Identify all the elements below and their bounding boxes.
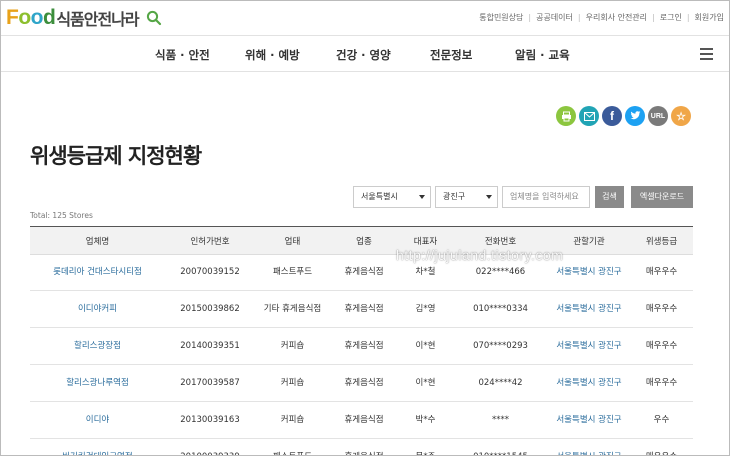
owner: 이*현: [415, 377, 436, 388]
store-name-link[interactable]: 이디야: [30, 402, 165, 438]
phone: 010****0334: [473, 303, 528, 314]
authority-link[interactable]: 서울특별시 광진구: [548, 439, 630, 456]
store-name-link[interactable]: 이디야커피: [30, 291, 165, 327]
nav-notice-education[interactable]: 알림 · 교육: [515, 47, 570, 63]
industry: 휴게음식점: [344, 377, 384, 388]
district-select-value: 광진구: [443, 192, 466, 201]
license-no: 20100039339: [165, 439, 255, 456]
grade: 매우우수: [645, 340, 678, 351]
table-row: 할리스광나루역점 20170039587 커피숍 휴게음식점 이*현 024**…: [30, 365, 693, 402]
business-type: 기타 휴게음식점: [263, 303, 322, 314]
utility-links: 통합민원상담 | 공공데이터 | 우리회사 안전관리 | 로그인 | 회원가입: [479, 12, 724, 23]
store-name-link[interactable]: 버거킹건대입구역점: [30, 439, 165, 456]
grade: 매우우수: [645, 267, 678, 277]
owner: 문*주: [398, 439, 453, 456]
menu-icon[interactable]: [700, 48, 713, 60]
phone: 010****1545: [453, 439, 548, 456]
header-store-name: 업체명: [85, 236, 110, 247]
phone: 070****0293: [473, 340, 528, 351]
util-link-login[interactable]: 로그인: [660, 12, 682, 23]
nav-hazard-prevention[interactable]: 위해 · 예방: [245, 47, 300, 63]
table-row: 이디야커피 20150039862 기타 휴게음식점 휴게음식점 김*영 010…: [30, 291, 693, 328]
excel-download-button[interactable]: 엑셀다운로드: [631, 186, 693, 208]
header-industry: 업종: [356, 236, 372, 247]
header-business-type: 업태: [284, 236, 301, 247]
url-copy-icon[interactable]: URL: [648, 106, 668, 126]
authority-link[interactable]: 서울특별시 광진구: [548, 365, 630, 401]
owner: 이*현: [415, 340, 436, 351]
industry: 휴게음식점: [330, 439, 398, 456]
industry: 휴게음식점: [344, 414, 384, 425]
header-grade: 위생등급: [645, 236, 678, 247]
business-type: 커피숍: [280, 340, 305, 351]
authority-link[interactable]: 서울특별시 광진구: [548, 291, 630, 327]
table-row: 버거킹건대입구역점 20100039339 패스트푸드 휴게음식점 문*주 01…: [30, 439, 693, 456]
total-count: Total: 125 Stores: [30, 211, 93, 220]
grade: 매우우수: [645, 303, 678, 314]
chevron-down-icon: [486, 195, 492, 199]
business-type: 커피숍: [280, 377, 305, 388]
watermark-text: http://jujuland.tistory.com: [396, 247, 564, 263]
util-link-public-data[interactable]: 공공데이터: [536, 12, 573, 23]
chevron-down-icon: [419, 195, 425, 199]
table-row: 롯데리아 건대스타시티점 20070039152 패스트푸드 휴게음식점 차*철…: [30, 255, 693, 291]
business-type: 패스트푸드: [255, 439, 330, 456]
license-no: 20140039351: [180, 340, 240, 351]
logo-food-wordmark: Food: [6, 6, 56, 29]
phone: 024****42: [478, 377, 523, 388]
district-select[interactable]: 광진구: [435, 186, 498, 208]
authority-link[interactable]: 서울특별시 광진구: [548, 402, 630, 438]
page-title: 위생등급제 지정현황: [30, 144, 202, 168]
store-name-link[interactable]: 롯데리아 건대스타시티점: [30, 255, 165, 290]
main-nav: 식품 · 안전 위해 · 예방 건강 · 영양 전문정보 알림 · 교육: [0, 36, 730, 72]
city-select-value: 서울특별시: [361, 192, 398, 201]
business-type: 커피숍: [280, 414, 305, 425]
grade: 우수: [653, 414, 670, 425]
nav-food-safety[interactable]: 식품 · 안전: [155, 47, 210, 63]
star-icon[interactable]: ☆: [671, 106, 691, 126]
phone: ****: [492, 414, 509, 425]
site-logo[interactable]: Food 식품안전나라: [6, 6, 162, 30]
store-name-link[interactable]: 할리스광나루역점: [30, 365, 165, 401]
store-name-link[interactable]: 할리스광장점: [30, 328, 165, 364]
industry: 휴게음식점: [344, 340, 384, 351]
search-icon[interactable]: [146, 10, 162, 26]
search-input[interactable]: 업체명을 입력하세요: [502, 186, 590, 208]
license-no: 20130039163: [180, 414, 240, 425]
table-row: 이디야 20130039163 커피숍 휴게음식점 박*수 **** 서울특별시…: [30, 402, 693, 439]
header-license-no: 인허가번호: [190, 236, 230, 247]
share-bar: f URL ☆: [556, 106, 694, 126]
util-link-signup[interactable]: 회원가입: [695, 12, 724, 23]
license-no: 20170039587: [180, 377, 240, 388]
city-select[interactable]: 서울특별시: [353, 186, 431, 208]
search-button[interactable]: 검색: [595, 186, 624, 208]
nav-expert-info[interactable]: 전문정보: [430, 47, 472, 63]
mail-icon[interactable]: [579, 106, 599, 126]
industry: 휴게음식점: [344, 303, 384, 314]
grade: 매우우수: [645, 377, 678, 388]
business-type: 패스트푸드: [272, 267, 313, 277]
twitter-icon[interactable]: [625, 106, 645, 126]
facebook-icon[interactable]: f: [602, 106, 622, 126]
owner: 박*수: [415, 414, 436, 425]
license-no: 20070039152: [180, 267, 240, 277]
authority-link[interactable]: 서울특별시 광진구: [548, 328, 630, 364]
util-link-consult[interactable]: 통합민원상담: [479, 12, 523, 23]
table-row: 할리스광장점 20140039351 커피숍 휴게음식점 이*현 070****…: [30, 328, 693, 365]
stores-table: 업체명 인허가번호 업태 업종 대표자 전화번호 관할기관 위생등급 롯데리아 …: [30, 226, 693, 456]
grade: 매우우수: [630, 439, 693, 456]
logo-text: 식품안전나라: [56, 10, 139, 29]
owner: 김*영: [415, 303, 436, 314]
license-no: 20150039862: [180, 303, 240, 314]
top-bar: Food 식품안전나라 통합민원상담 | 공공데이터 | 우리회사 안전관리 |…: [0, 0, 730, 36]
industry: 휴게음식점: [344, 267, 384, 277]
print-icon[interactable]: [556, 106, 576, 126]
table-header: 업체명 인허가번호 업태 업종 대표자 전화번호 관할기관 위생등급: [30, 227, 693, 255]
nav-health-nutrition[interactable]: 건강 · 영양: [336, 47, 391, 63]
util-link-company-safety[interactable]: 우리회사 안전관리: [586, 12, 647, 23]
